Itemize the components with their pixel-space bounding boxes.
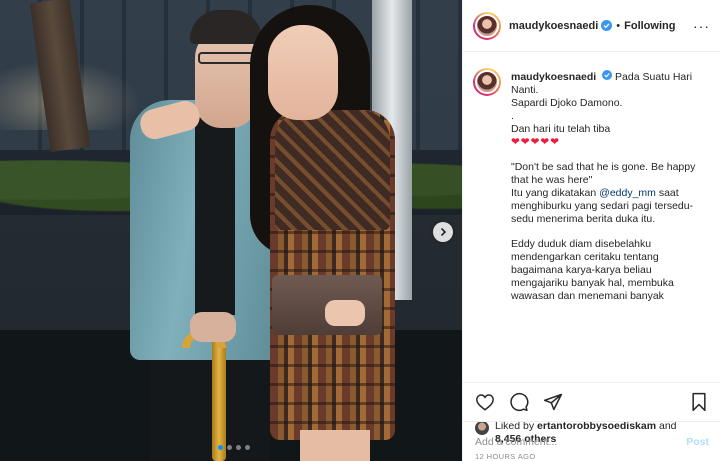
following-button[interactable]: Following: [624, 20, 675, 32]
woman-figure-hand: [325, 300, 365, 326]
comment-form: Post: [463, 421, 720, 461]
next-photo-button[interactable]: [433, 222, 453, 242]
carousel-dot: [236, 445, 241, 450]
carousel-dot: [245, 445, 250, 450]
instagram-post: maudykoesnaedi • Following ··· maudykoes…: [0, 0, 720, 461]
mention-link[interactable]: @eddy_mm: [599, 187, 656, 199]
post-side-panel: maudykoesnaedi • Following ··· maudykoes…: [462, 0, 720, 461]
caption-said-prefix: Itu yang dikatakan: [511, 187, 600, 199]
man-figure-glasses: [198, 52, 254, 64]
like-button[interactable]: [475, 393, 495, 411]
post-photo[interactable]: [0, 0, 462, 461]
cane: [212, 335, 226, 461]
more-options-icon[interactable]: ···: [693, 18, 710, 34]
avatar[interactable]: [473, 11, 501, 40]
woman-figure-face: [268, 25, 338, 120]
hearts-emoji: ❤❤❤❤❤: [511, 136, 560, 148]
comment-button[interactable]: [509, 392, 529, 412]
caption-text: maudykoesnaedi Pada Suatu Hari Nanti. Sa…: [511, 70, 706, 382]
verified-badge-icon: [601, 20, 613, 31]
post-comment-button[interactable]: Post: [686, 436, 709, 448]
man-figure-hand: [190, 312, 236, 342]
share-button[interactable]: [543, 392, 563, 412]
comment-input[interactable]: [475, 435, 687, 448]
carousel-dot: [227, 445, 232, 450]
woman-figure-legs: [300, 430, 370, 461]
verified-badge-icon: [602, 70, 613, 80]
caption-line: Dan hari itu telah tiba: [511, 123, 611, 135]
paper-plane-icon: [543, 393, 563, 410]
man-figure-shirt: [195, 115, 235, 315]
save-button[interactable]: [690, 392, 708, 412]
comment-icon: [510, 392, 529, 411]
header-separator: •: [616, 19, 621, 32]
caption-line: Sapardi Djoko Damono.: [511, 97, 623, 109]
woman-figure-dress-top: [275, 110, 390, 230]
heart-icon: [476, 393, 494, 411]
header-username[interactable]: maudykoesnaedi: [509, 20, 598, 32]
carousel-dot: [218, 445, 223, 450]
caption-avatar[interactable]: [473, 68, 501, 96]
caption-username[interactable]: maudykoesnaedi: [511, 71, 596, 83]
carousel-dots: [218, 445, 250, 450]
caption-line: .: [511, 110, 514, 122]
post-header: maudykoesnaedi • Following ···: [463, 0, 720, 52]
caption-paragraph: Eddy duduk diam disebelahku mendengarkan…: [511, 238, 674, 302]
chevron-right-icon: [440, 227, 447, 237]
caption-section: maudykoesnaedi Pada Suatu Hari Nanti. Sa…: [463, 52, 720, 382]
bookmark-icon: [692, 392, 706, 411]
action-bar: [463, 382, 720, 420]
caption-quote: "Don't be sad that he is gone. Be happy …: [511, 161, 696, 186]
